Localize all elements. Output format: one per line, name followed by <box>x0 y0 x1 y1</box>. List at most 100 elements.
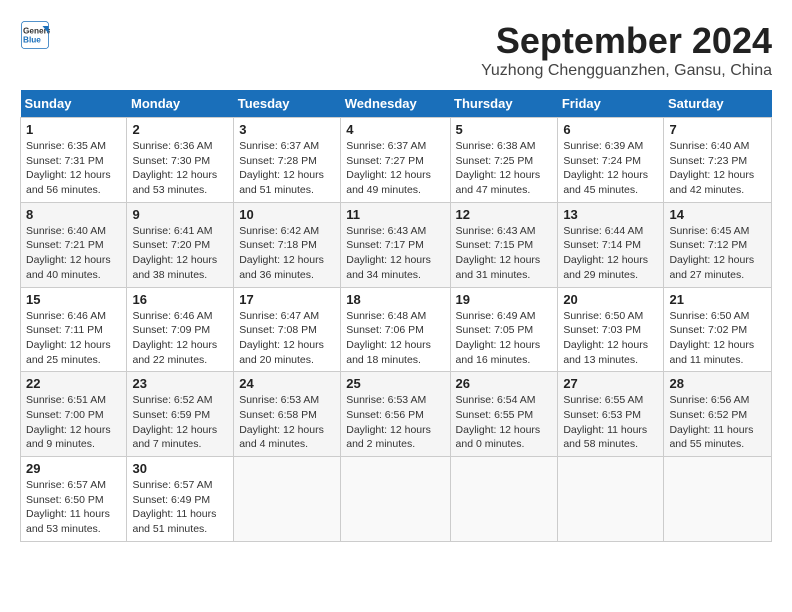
day-info: Sunrise: 6:35 AMSunset: 7:31 PMDaylight:… <box>26 139 121 198</box>
day-info: Sunrise: 6:53 AMSunset: 6:58 PMDaylight:… <box>239 393 335 452</box>
day-number: 11 <box>346 207 444 222</box>
day-info: Sunrise: 6:46 AMSunset: 7:09 PMDaylight:… <box>132 309 228 368</box>
calendar-cell: 16Sunrise: 6:46 AMSunset: 7:09 PMDayligh… <box>127 287 234 372</box>
day-number: 21 <box>669 292 766 307</box>
day-info: Sunrise: 6:43 AMSunset: 7:17 PMDaylight:… <box>346 224 444 283</box>
day-number: 12 <box>456 207 553 222</box>
calendar-cell: 30Sunrise: 6:57 AMSunset: 6:49 PMDayligh… <box>127 457 234 542</box>
day-number: 28 <box>669 376 766 391</box>
day-info: Sunrise: 6:49 AMSunset: 7:05 PMDaylight:… <box>456 309 553 368</box>
calendar-cell: 19 Sunrise: 6:49 AMSunset: 7:05 PMDayligh… <box>450 287 558 372</box>
calendar-cell: 29 Sunrise: 6:57 AMSunset: 6:50 PMDayligh… <box>21 457 127 542</box>
calendar-cell: 8 Sunrise: 6:40 AMSunset: 7:21 PMDaylight… <box>21 202 127 287</box>
day-info: Sunrise: 6:36 AMSunset: 7:30 PMDaylight:… <box>132 139 228 198</box>
calendar-cell: 20 Sunrise: 6:50 AMSunset: 7:03 PMDayligh… <box>558 287 664 372</box>
page-header: General Blue September 2024 Yuzhong Chen… <box>20 20 772 80</box>
calendar-cell: 21 Sunrise: 6:50 AMSunset: 7:02 PMDayligh… <box>664 287 772 372</box>
day-info: Sunrise: 6:56 AMSunset: 6:52 PMDaylight:… <box>669 393 766 452</box>
day-info: Sunrise: 6:57 AMSunset: 6:50 PMDaylight:… <box>26 478 121 537</box>
column-header-friday: Friday <box>558 90 664 118</box>
day-info: Sunrise: 6:39 AMSunset: 7:24 PMDaylight:… <box>563 139 658 198</box>
day-info: Sunrise: 6:46 AMSunset: 7:11 PMDaylight:… <box>26 309 121 368</box>
month-year-title: September 2024 <box>481 20 772 62</box>
calendar-cell: 1Sunrise: 6:35 AMSunset: 7:31 PMDaylight… <box>21 118 127 203</box>
calendar-cell: 13Sunrise: 6:44 AMSunset: 7:14 PMDayligh… <box>558 202 664 287</box>
day-info: Sunrise: 6:37 AMSunset: 7:28 PMDaylight:… <box>239 139 335 198</box>
calendar-cell <box>450 457 558 542</box>
day-number: 7 <box>669 122 766 137</box>
day-info: Sunrise: 6:41 AMSunset: 7:20 PMDaylight:… <box>132 224 228 283</box>
logo-icon: General Blue <box>20 20 50 50</box>
column-header-tuesday: Tuesday <box>234 90 341 118</box>
day-info: Sunrise: 6:47 AMSunset: 7:08 PMDaylight:… <box>239 309 335 368</box>
day-number: 29 <box>26 461 121 476</box>
calendar-cell: 28 Sunrise: 6:56 AMSunset: 6:52 PMDayligh… <box>664 372 772 457</box>
calendar-cell: 12 Sunrise: 6:43 AMSunset: 7:15 PMDayligh… <box>450 202 558 287</box>
column-header-thursday: Thursday <box>450 90 558 118</box>
day-info: Sunrise: 6:45 AMSunset: 7:12 PMDaylight:… <box>669 224 766 283</box>
day-number: 23 <box>132 376 228 391</box>
calendar-cell: 7 Sunrise: 6:40 AMSunset: 7:23 PMDaylight… <box>664 118 772 203</box>
calendar-cell: 14 Sunrise: 6:45 AMSunset: 7:12 PMDayligh… <box>664 202 772 287</box>
day-info: Sunrise: 6:54 AMSunset: 6:55 PMDaylight:… <box>456 393 553 452</box>
svg-text:Blue: Blue <box>23 36 41 45</box>
day-number: 14 <box>669 207 766 222</box>
calendar-cell <box>234 457 341 542</box>
title-section: September 2024 Yuzhong Chengguanzhen, Ga… <box>481 20 772 80</box>
column-header-saturday: Saturday <box>664 90 772 118</box>
day-info: Sunrise: 6:48 AMSunset: 7:06 PMDaylight:… <box>346 309 444 368</box>
day-info: Sunrise: 6:50 AMSunset: 7:02 PMDaylight:… <box>669 309 766 368</box>
day-info: Sunrise: 6:57 AMSunset: 6:49 PMDaylight:… <box>132 478 228 537</box>
day-number: 2 <box>132 122 228 137</box>
day-number: 27 <box>563 376 658 391</box>
column-header-wednesday: Wednesday <box>341 90 450 118</box>
day-number: 9 <box>132 207 228 222</box>
calendar-cell: 2 Sunrise: 6:36 AMSunset: 7:30 PMDaylight… <box>127 118 234 203</box>
day-info: Sunrise: 6:55 AMSunset: 6:53 PMDaylight:… <box>563 393 658 452</box>
calendar-cell: 4 Sunrise: 6:37 AMSunset: 7:27 PMDaylight… <box>341 118 450 203</box>
calendar-cell: 5 Sunrise: 6:38 AMSunset: 7:25 PMDaylight… <box>450 118 558 203</box>
calendar-cell: 24Sunrise: 6:53 AMSunset: 6:58 PMDayligh… <box>234 372 341 457</box>
calendar-header-row: SundayMondayTuesdayWednesdayThursdayFrid… <box>21 90 772 118</box>
day-info: Sunrise: 6:40 AMSunset: 7:21 PMDaylight:… <box>26 224 121 283</box>
calendar-week-row: 15Sunrise: 6:46 AMSunset: 7:11 PMDayligh… <box>21 287 772 372</box>
day-number: 8 <box>26 207 121 222</box>
day-number: 10 <box>239 207 335 222</box>
logo: General Blue <box>20 20 50 50</box>
day-info: Sunrise: 6:37 AMSunset: 7:27 PMDaylight:… <box>346 139 444 198</box>
day-info: Sunrise: 6:42 AMSunset: 7:18 PMDaylight:… <box>239 224 335 283</box>
calendar-cell: 23 Sunrise: 6:52 AMSunset: 6:59 PMDayligh… <box>127 372 234 457</box>
day-info: Sunrise: 6:38 AMSunset: 7:25 PMDaylight:… <box>456 139 553 198</box>
calendar-cell: 22 Sunrise: 6:51 AMSunset: 7:00 PMDayligh… <box>21 372 127 457</box>
calendar-cell: 27 Sunrise: 6:55 AMSunset: 6:53 PMDayligh… <box>558 372 664 457</box>
day-info: Sunrise: 6:50 AMSunset: 7:03 PMDaylight:… <box>563 309 658 368</box>
day-number: 6 <box>563 122 658 137</box>
day-number: 3 <box>239 122 335 137</box>
day-number: 22 <box>26 376 121 391</box>
calendar-cell: 9 Sunrise: 6:41 AMSunset: 7:20 PMDaylight… <box>127 202 234 287</box>
calendar-week-row: 29 Sunrise: 6:57 AMSunset: 6:50 PMDayligh… <box>21 457 772 542</box>
calendar-cell <box>558 457 664 542</box>
day-number: 5 <box>456 122 553 137</box>
calendar-table: SundayMondayTuesdayWednesdayThursdayFrid… <box>20 90 772 542</box>
calendar-cell: 11 Sunrise: 6:43 AMSunset: 7:17 PMDayligh… <box>341 202 450 287</box>
day-number: 20 <box>563 292 658 307</box>
day-number: 19 <box>456 292 553 307</box>
calendar-week-row: 1Sunrise: 6:35 AMSunset: 7:31 PMDaylight… <box>21 118 772 203</box>
day-number: 18 <box>346 292 444 307</box>
day-info: Sunrise: 6:43 AMSunset: 7:15 PMDaylight:… <box>456 224 553 283</box>
column-header-monday: Monday <box>127 90 234 118</box>
calendar-cell: 15Sunrise: 6:46 AMSunset: 7:11 PMDayligh… <box>21 287 127 372</box>
day-info: Sunrise: 6:40 AMSunset: 7:23 PMDaylight:… <box>669 139 766 198</box>
location-subtitle: Yuzhong Chengguanzhen, Gansu, China <box>481 62 772 80</box>
calendar-week-row: 8 Sunrise: 6:40 AMSunset: 7:21 PMDaylight… <box>21 202 772 287</box>
calendar-cell: 10 Sunrise: 6:42 AMSunset: 7:18 PMDayligh… <box>234 202 341 287</box>
day-info: Sunrise: 6:52 AMSunset: 6:59 PMDaylight:… <box>132 393 228 452</box>
day-number: 4 <box>346 122 444 137</box>
calendar-cell: 25Sunrise: 6:53 AMSunset: 6:56 PMDayligh… <box>341 372 450 457</box>
calendar-cell <box>664 457 772 542</box>
day-number: 25 <box>346 376 444 391</box>
day-number: 17 <box>239 292 335 307</box>
day-info: Sunrise: 6:51 AMSunset: 7:00 PMDaylight:… <box>26 393 121 452</box>
calendar-cell: 17 Sunrise: 6:47 AMSunset: 7:08 PMDayligh… <box>234 287 341 372</box>
